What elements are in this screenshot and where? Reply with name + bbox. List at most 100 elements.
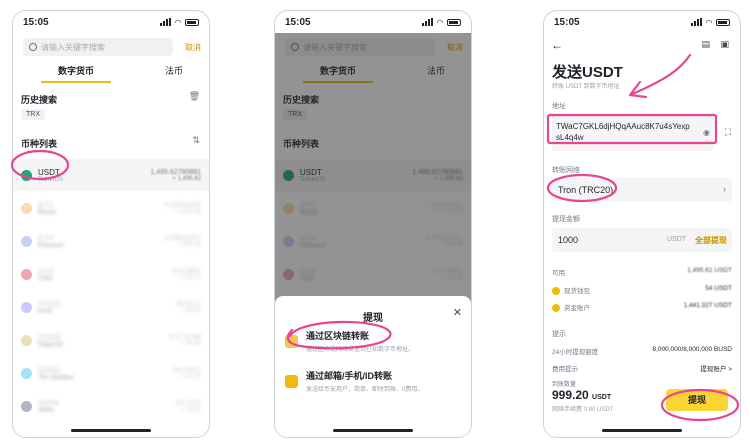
tab-fiat[interactable]: 法币 (139, 64, 209, 83)
close-icon[interactable]: ✕ (453, 306, 462, 319)
signal-icon (421, 18, 433, 26)
scan-icon[interactable]: ⛶ (725, 127, 731, 138)
coin-name: Chiliz (38, 275, 53, 282)
battery-icon (185, 18, 199, 26)
amount-unit: USDT (666, 236, 686, 243)
coin-list-title: 币种列表 (21, 139, 58, 149)
withdraw-button[interactable]: 提现 (666, 389, 728, 411)
network-value: Tron (TRC20) (558, 185, 614, 195)
coin-amount: 913.3891 (171, 267, 201, 275)
trash-icon[interactable]: 🗑 (189, 91, 200, 102)
coin-dydx-icon (21, 301, 32, 313)
status-bar: 15:05 ◠ (544, 11, 740, 33)
spot-value: 54 USDT (705, 285, 732, 292)
coin-sub: ≈ 20.72 (181, 373, 201, 380)
fee-link[interactable]: 提现账户 > (700, 363, 732, 373)
option-onchain-desc: 通过区块链网络发送到已知数字币地址。 (306, 347, 415, 353)
sheet-title: 提现 (363, 313, 383, 324)
chevron-right-icon: › (723, 184, 726, 194)
coin-row-doge[interactable]: DOGEDogecoin 372.11190≈ 40.40 (13, 324, 209, 356)
coin-row-sand[interactable]: SANDThe Sandbox 26.02471≈ 20.72 (13, 357, 209, 389)
coin-name: ARPA (38, 407, 54, 414)
status-time: 15:05 (23, 16, 49, 28)
funding-label: 资金账户 (564, 305, 590, 312)
phone-send-usdt: 15:05 ◠ ← ▤ ▣ 发送USDT 转账 USDT 到数字币地址 地址 T… (543, 10, 741, 438)
coin-btc-icon (21, 202, 32, 214)
help-icon[interactable]: ▣ (720, 39, 729, 50)
limit-row: 24小时提现额度 8,000,000/8,000,000 BUSD (552, 346, 732, 356)
coin-row-arpa[interactable]: ARPAARPA 371.023≈ 15.11 (13, 390, 209, 422)
coin-symbol: CHZ (38, 266, 55, 276)
receive-amount-line: 999.20 USDT (552, 388, 611, 402)
sort-icon[interactable]: ⇅ (192, 135, 200, 146)
address-value: TWaC7GKL6djHQqAAuc8K7u4sYexpsL4q4w (556, 122, 690, 142)
withdraw-sheet: 提现 ✕ 通过区块链转账通过区块链网络发送到已知数字币地址。 通过邮箱/手机/I… (275, 296, 471, 437)
modal-overlay[interactable] (275, 33, 471, 303)
coin-symbol: DYDX (38, 299, 61, 309)
address-book-icon[interactable]: ◉ (703, 128, 710, 137)
check-icon (552, 287, 560, 296)
coin-sub: ≈ 1,032.04 (172, 208, 201, 215)
wifi-icon: ◠ (436, 17, 443, 27)
spot-label: 现货钱包 (564, 288, 590, 295)
coin-symbol: USDT (38, 167, 60, 177)
status-time: 15:05 (285, 16, 311, 28)
network-select[interactable]: Tron (TRC20) › (552, 178, 732, 202)
coin-name: Dogecoin (38, 341, 64, 348)
coin-amount: 0.29816457 (164, 234, 201, 242)
limit-value: 8,000,000/8,000,000 BUSD (652, 346, 732, 353)
fee-row: 费用提示 提现账户 > (552, 363, 732, 373)
tab-crypto[interactable]: 数字货币 (41, 64, 111, 83)
history-icon[interactable]: ▤ (701, 39, 710, 50)
page-title: 发送USDT (552, 64, 623, 81)
cancel-button[interactable]: 取消 (185, 42, 201, 53)
coin-row-btc[interactable]: BTCBitcoin 0.03251022≈ 1,032.04 (13, 192, 209, 224)
back-arrow-icon[interactable]: ← (551, 38, 563, 52)
coin-amount: 36.5017 (175, 300, 201, 308)
funding-row: 资金账户 1,441.327 USDT (552, 302, 732, 313)
signal-icon (159, 18, 171, 26)
coin-sub: ≈ 560.36 (177, 241, 201, 248)
option-onchain[interactable]: 通过区块链转账通过区块链网络发送到已知数字币地址。 (285, 326, 461, 356)
option-internal-desc: 发送给币安用户，简单、即时到账、0费用。 (306, 387, 424, 393)
history-chip[interactable]: TRX (21, 109, 45, 120)
coin-name: dYdX (38, 308, 53, 315)
address-label: 地址 (552, 103, 566, 110)
search-placeholder: 请输入关键字搜索 (41, 42, 105, 52)
fee-note: 网络手续费 0.80 USDT (552, 407, 614, 413)
tab-bar: 数字货币 法币 (13, 64, 209, 83)
coin-row-eth[interactable]: ETHEthereum 0.29816457≈ 560.36 (13, 225, 209, 257)
amount-input[interactable]: 1000 USDT 全部提现 (552, 228, 732, 252)
coin-name: Bitcoin (38, 209, 57, 216)
option-internal[interactable]: 通过邮箱/手机/ID转账 发送给币安用户，简单、即时到账、0费用。 (285, 366, 461, 396)
phone-withdraw-method: 15:05 ◠ 请输入关键字搜索 取消 数字货币 法币 历史搜索 TRX 币种列… (274, 10, 472, 438)
coin-row-usdt[interactable]: USDTTetherUS 1,495.62780881≈ 1,495.62 (13, 159, 209, 191)
coin-amount: 26.02471 (171, 366, 201, 374)
coin-sub: ≈ 15.11 (181, 406, 201, 413)
system-icons: ◠ (159, 18, 199, 27)
coin-eth-icon (21, 235, 32, 247)
page-subtitle: 转账 USDT 到数字币地址 (552, 84, 620, 90)
status-time: 15:05 (554, 16, 580, 28)
home-indicator (602, 429, 682, 432)
tips-label: 提示 (552, 331, 566, 338)
coin-row-chz[interactable]: CHZChiliz 913.3891≈ 120.12 (13, 258, 209, 290)
fee-label: 费用提示 (552, 366, 578, 373)
home-indicator (71, 429, 151, 432)
address-input[interactable]: TWaC7GKL6djHQqAAuc8K7u4sYexpsL4q4w ◉ (552, 115, 714, 151)
chain-icon (285, 334, 298, 348)
search-input[interactable]: 请输入关键字搜索 (23, 38, 173, 56)
coin-row-dydx[interactable]: DYDXdYdX 36.5017≈ 80.57 (13, 291, 209, 323)
coin-name: The Sandbox (38, 374, 74, 381)
check-icon (552, 304, 560, 313)
status-bar: 15:05 ◠ (275, 11, 471, 33)
coin-arpa-icon (21, 400, 32, 412)
coin-sub: ≈ 120.12 (177, 274, 201, 281)
coin-chz-icon (21, 268, 32, 280)
coin-name: Ethereum (38, 242, 65, 249)
coin-symbol: BTC (38, 200, 54, 210)
option-onchain-title: 通过区块链转账 (306, 331, 370, 341)
withdraw-all-button[interactable]: 全部提现 (695, 235, 727, 246)
funding-value: 1,441.327 USDT (683, 302, 732, 309)
coin-sand-icon (21, 367, 32, 379)
